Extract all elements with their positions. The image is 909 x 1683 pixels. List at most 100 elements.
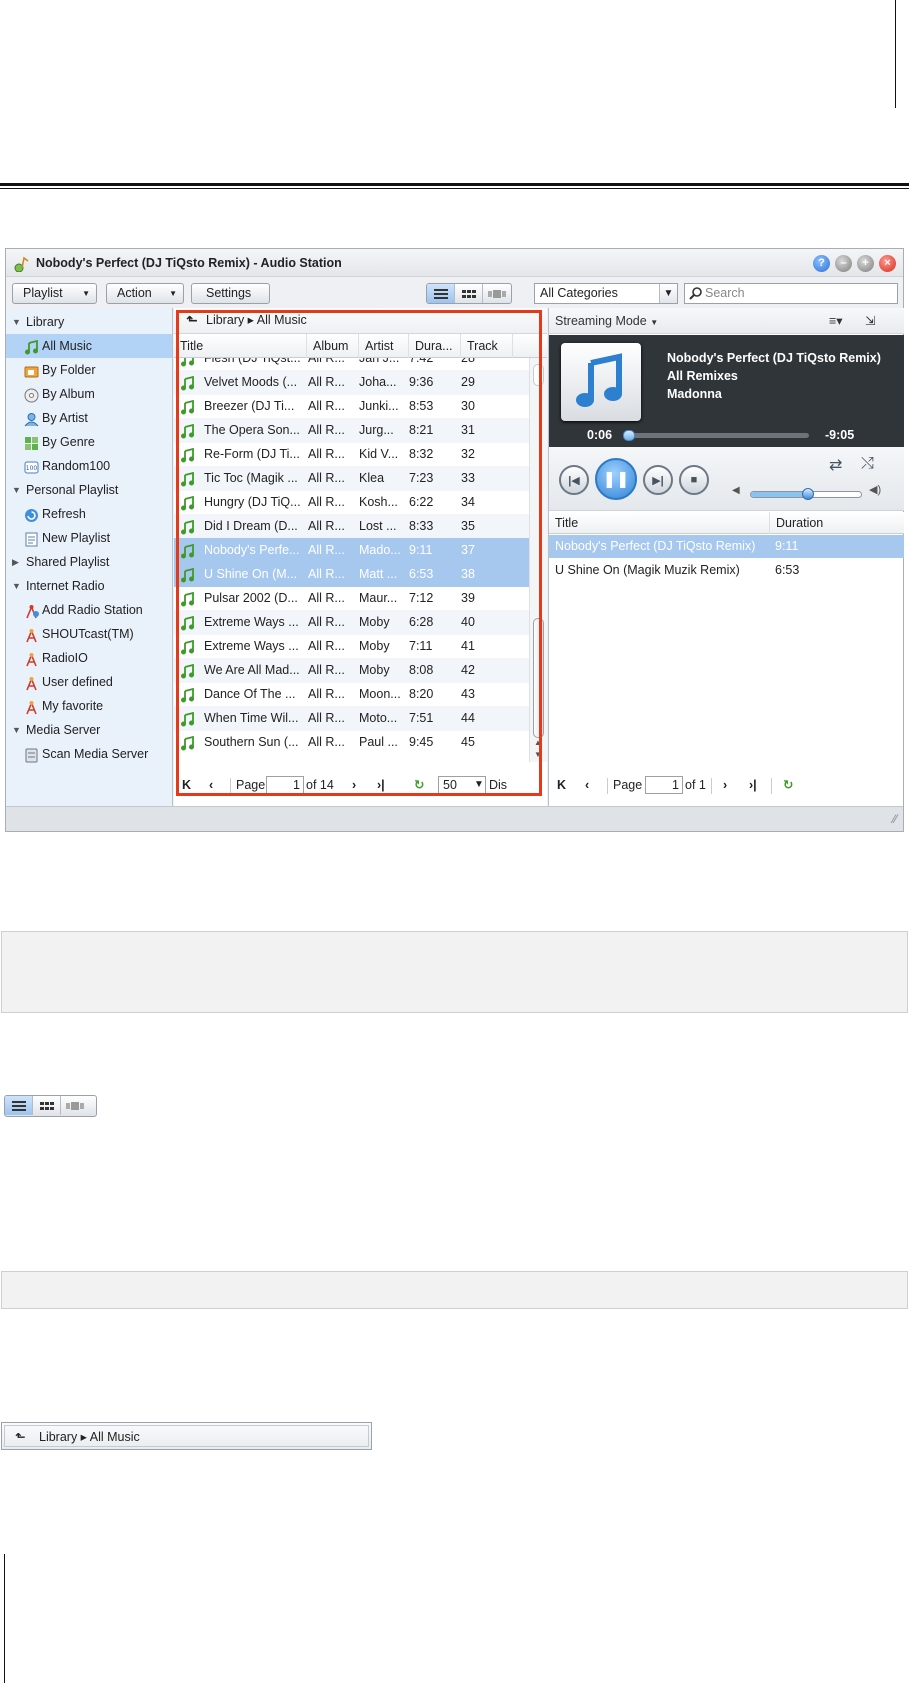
sidebar-item-add-radio-station[interactable]: Add Radio Station [6, 598, 172, 622]
sidebar-item-my-favorite[interactable]: My favorite [6, 694, 172, 718]
action-button[interactable]: Action ▼ [106, 283, 184, 304]
breadcrumb-path[interactable]: Library ▸ All Music [39, 1424, 140, 1450]
column-track[interactable]: Track [461, 334, 513, 358]
first-page-icon[interactable]: K [557, 773, 566, 797]
coverflow-view-button[interactable] [61, 1096, 89, 1115]
next-track-button[interactable]: ▶| [643, 465, 673, 495]
sidebar-item-scan-media-server[interactable]: Scan Media Server [6, 742, 172, 766]
table-row[interactable]: We Are All Mad... All R... Moby 8:08 42 [174, 658, 529, 683]
sidebar-item-media-server[interactable]: ▼ Media Server [6, 718, 172, 742]
pause-button[interactable]: ❚❚ [595, 458, 637, 500]
next-page-icon[interactable]: › [352, 773, 356, 797]
thumbnail-view-button[interactable] [33, 1096, 61, 1115]
table-row[interactable]: Breezer (DJ Ti... All R... Junki... 8:53 30 [174, 394, 529, 419]
column-title[interactable]: Title [555, 512, 578, 534]
sidebar-item-refresh[interactable]: Refresh [6, 502, 172, 526]
sidebar-item-by-album[interactable]: By Album [6, 382, 172, 406]
table-row[interactable]: Extreme Ways ... All R... Moby 6:28 40 [174, 610, 529, 635]
sidebar-item-radioio[interactable]: RadioIO [6, 646, 172, 670]
progress-handle[interactable] [623, 430, 636, 441]
title-bar[interactable]: Nobody's Perfect (DJ TiQsto Remix) - Aud… [6, 249, 903, 277]
table-row[interactable]: The Opera Son... All R... Jurg... 8:21 31 [174, 418, 529, 443]
table-row[interactable]: Dance Of The ... All R... Moon... 8:20 43 [174, 682, 529, 707]
table-row[interactable]: When Time Wil... All R... Moto... 7:51 44 [174, 706, 529, 731]
table-row[interactable]: Nobody's Perfe... All R... Mado... 9:11 37 [174, 538, 529, 563]
sidebar-item-user-defined[interactable]: User defined [6, 670, 172, 694]
sidebar-item-new-playlist[interactable]: New Playlist [6, 526, 172, 550]
sidebar-item-personal-playlist[interactable]: ▼ Personal Playlist [6, 478, 172, 502]
coverflow-view-button[interactable] [483, 284, 511, 303]
table-row[interactable]: Did I Dream (D... All R... Lost ... 8:33 35 [174, 514, 529, 539]
sidebar-item-by-folder[interactable]: By Folder [6, 358, 172, 382]
column-artist[interactable]: Artist [359, 334, 409, 358]
cell-track: 30 [461, 399, 475, 413]
sidebar-item-library[interactable]: ▼ Library [6, 310, 172, 334]
breadcrumb-inner: ⬑ Library ▸ All Music [4, 1425, 369, 1447]
expanded-arrow-icon[interactable]: ▼ [12, 718, 21, 742]
previous-track-button[interactable]: |◀ [559, 465, 589, 495]
previous-page-icon[interactable]: ‹ [209, 773, 213, 797]
table-row[interactable]: Re-Form (DJ Ti... All R... Kid V... 8:32 32 [174, 442, 529, 467]
streaming-mode-button[interactable]: Streaming Mode ▼ [555, 308, 658, 336]
progress-bar[interactable] [623, 430, 809, 441]
volume-slider[interactable] [750, 488, 862, 500]
settings-button[interactable]: Settings [191, 283, 270, 304]
column-title[interactable]: Title [174, 334, 307, 358]
list-view-button[interactable] [427, 284, 455, 303]
shuffle-icon[interactable]: ⤭ [861, 455, 874, 473]
last-page-icon[interactable]: ›| [377, 773, 385, 797]
sidebar-item-shared-playlist[interactable]: ▶ Shared Playlist [6, 550, 172, 574]
up-arrow-icon[interactable]: ⬑ [15, 1424, 25, 1450]
table-row[interactable]: Hungry (DJ TiQ... All R... Kosh... 6:22 34 [174, 490, 529, 515]
collapsed-arrow-icon[interactable]: ▶ [12, 550, 19, 574]
page-number-input[interactable]: 1 [645, 776, 683, 794]
sidebar-item-all-music[interactable]: All Music [6, 334, 172, 358]
sidebar-item-internet-radio[interactable]: ▼ Internet Radio [6, 574, 172, 598]
close-button[interactable]: × [879, 255, 896, 272]
table-row[interactable]: Tic Toc (Magik ... All R... Klea 7:23 33 [174, 466, 529, 491]
first-page-icon[interactable]: K [182, 773, 191, 797]
playlist-options-icon[interactable]: ≡▾ [829, 308, 843, 334]
table-row[interactable]: Velvet Moods (... All R... Joha... 9:36 29 [174, 370, 529, 395]
refresh-icon[interactable]: ↻ [783, 773, 793, 797]
sidebar-item-by-genre[interactable]: By Genre [6, 430, 172, 454]
table-row[interactable]: U Shine On (M... All R... Matt ... 6:53 38 [174, 562, 529, 587]
page-number-input[interactable]: 1 [266, 776, 304, 794]
previous-page-icon[interactable]: ‹ [585, 773, 589, 797]
stop-button[interactable]: ■ [679, 465, 709, 495]
next-page-icon[interactable]: › [723, 773, 727, 797]
resize-grip-icon[interactable]: ⁄⁄ [893, 812, 897, 826]
category-select[interactable]: All Categories ▼ [534, 283, 678, 304]
expanded-arrow-icon[interactable]: ▼ [12, 478, 21, 502]
expanded-arrow-icon[interactable]: ▼ [12, 310, 21, 334]
maximize-button[interactable]: + [857, 255, 874, 272]
table-row[interactable]: Southern Sun (... All R... Paul ... 9:45 45 [174, 730, 529, 755]
song-list-scrollbar[interactable]: ▲ ▼ [529, 358, 547, 762]
column-duration[interactable]: Duration [769, 512, 823, 534]
refresh-icon[interactable]: ↻ [414, 773, 424, 797]
last-page-icon[interactable]: ›| [749, 773, 757, 797]
up-arrow-icon[interactable]: ⬑ [186, 308, 198, 332]
list-item[interactable]: U Shine On (Magik Muzik Remix) 6:53 [549, 559, 904, 582]
table-row[interactable]: Extreme Ways ... All R... Moby 7:11 41 [174, 634, 529, 659]
help-button[interactable]: ? [813, 255, 830, 272]
sidebar-item-random100[interactable]: 100 Random100 [6, 454, 172, 478]
scrollbar-thumb[interactable] [533, 618, 544, 738]
list-view-button[interactable] [5, 1096, 33, 1115]
scroll-down-icon[interactable]: ▼ [534, 750, 542, 759]
column-album[interactable]: Album [307, 334, 359, 358]
scroll-up-icon[interactable]: ▲ [534, 738, 542, 747]
playlist-button[interactable]: Playlist ▼ [12, 283, 97, 304]
expanded-arrow-icon[interactable]: ▼ [12, 574, 21, 598]
column-duration[interactable]: Dura... [409, 334, 461, 358]
mini-player-icon[interactable]: ⇲ [865, 308, 875, 334]
breadcrumb-path[interactable]: Library ▸ All Music [206, 308, 307, 332]
table-row[interactable]: Pulsar 2002 (D... All R... Maur... 7:12 39 [174, 586, 529, 611]
sidebar-item-by-artist[interactable]: By Artist [6, 406, 172, 430]
repeat-icon[interactable]: ⇄ [829, 455, 842, 475]
list-item[interactable]: Nobody's Perfect (DJ TiQsto Remix) 9:11 [549, 535, 904, 558]
thumbnail-view-button[interactable] [455, 284, 483, 303]
minimize-button[interactable]: – [835, 255, 852, 272]
search-input[interactable]: Search [684, 283, 898, 304]
sidebar-item-shoutcast-tm[interactable]: SHOUTcast(TM) [6, 622, 172, 646]
